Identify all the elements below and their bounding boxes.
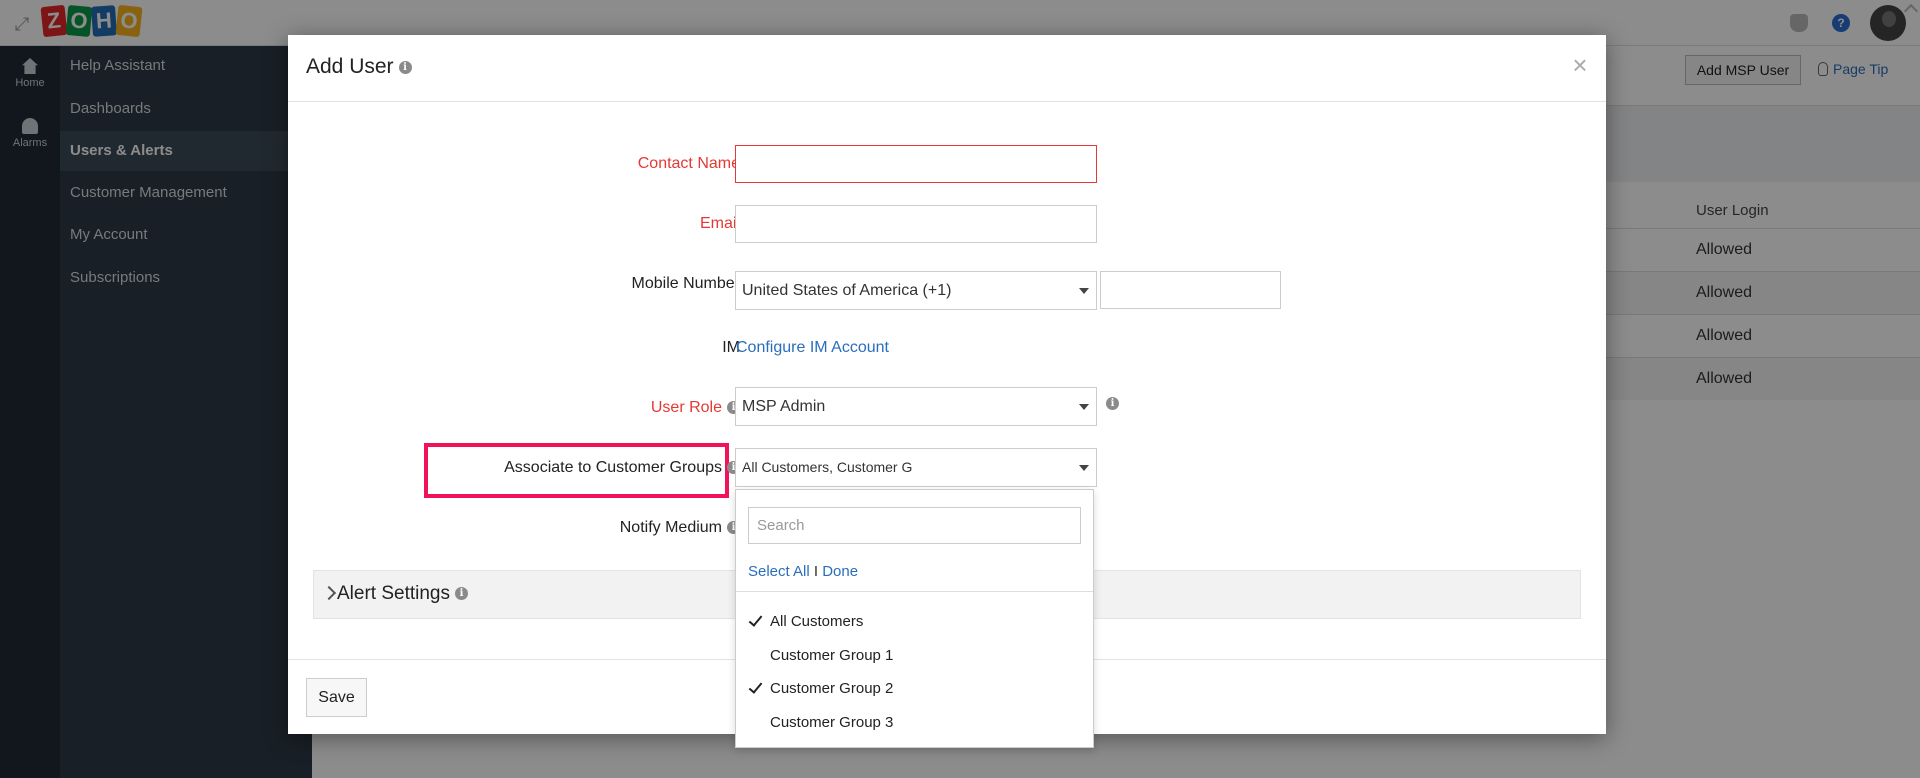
mobile-number-label: Mobile Number: [631, 275, 740, 292]
close-button[interactable]: ×: [1568, 52, 1592, 78]
customer-groups-label-text: Associate to Customer Groups: [504, 459, 722, 476]
checkmark-icon: [748, 612, 763, 627]
modal-title-text: Add User: [306, 55, 394, 78]
checkmark-icon: [748, 679, 763, 694]
configure-im-account-link[interactable]: Configure IM Account: [736, 339, 889, 357]
modal-header: Add User i ×: [288, 35, 1606, 102]
option-label: Customer Group 1: [770, 647, 894, 664]
info-icon[interactable]: i: [455, 587, 468, 601]
email-label: Email: [699, 215, 740, 232]
notify-medium-label: Notify Medium i: [620, 519, 740, 537]
chevron-down-icon: [1079, 404, 1089, 410]
save-button[interactable]: Save: [306, 678, 367, 717]
modal-title: Add User i: [306, 55, 412, 79]
chevron-down-icon: [1079, 465, 1089, 471]
user-role-select[interactable]: MSP Admin: [735, 387, 1097, 426]
chevron-down-icon: [1079, 288, 1089, 294]
dropdown-search-input[interactable]: Search: [748, 507, 1081, 544]
option-label: Customer Group 2: [770, 680, 894, 697]
divider: [736, 591, 1093, 592]
done-link[interactable]: Done: [822, 563, 858, 580]
option-label: Customer Group 3: [770, 714, 894, 731]
country-code-select[interactable]: United States of America (+1): [735, 271, 1097, 310]
option-label: All Customers: [770, 613, 864, 630]
info-icon[interactable]: i: [398, 60, 412, 74]
email-input[interactable]: [735, 205, 1097, 243]
alert-settings-label: Alert Settings i: [337, 583, 468, 605]
customer-groups-select[interactable]: All Customers, Customer G: [735, 448, 1097, 487]
country-code-value: United States of America (+1): [742, 282, 952, 299]
select-all-link[interactable]: Select All: [748, 563, 810, 580]
dropdown-option-customer-group-1[interactable]: Customer Group 1: [736, 641, 1093, 671]
dropdown-option-customer-group-3[interactable]: Customer Group 3: [736, 708, 1093, 738]
customer-groups-dropdown: Search Select All I Done All Customers C…: [735, 489, 1094, 748]
mobile-number-input[interactable]: [1100, 271, 1281, 309]
contact-name-input[interactable]: [735, 145, 1097, 183]
actions-separator: I: [813, 563, 819, 580]
customer-groups-label: Associate to Customer Groups i: [504, 459, 740, 477]
dropdown-option-all-customers[interactable]: All Customers: [736, 607, 1093, 637]
user-role-label: User Role i: [651, 399, 740, 417]
dropdown-option-customer-group-2[interactable]: Customer Group 2: [736, 674, 1093, 704]
chevron-right-icon: [321, 585, 337, 601]
alert-settings-label-text: Alert Settings: [337, 583, 450, 604]
info-icon[interactable]: i: [1106, 397, 1119, 410]
user-role-value: MSP Admin: [742, 398, 826, 415]
contact-name-label: Contact Name: [637, 155, 740, 172]
notify-medium-label-text: Notify Medium: [619, 519, 722, 536]
user-role-label-text: User Role: [650, 399, 722, 416]
dropdown-actions: Select All I Done: [748, 563, 858, 580]
customer-groups-value: All Customers, Customer G: [742, 459, 913, 475]
